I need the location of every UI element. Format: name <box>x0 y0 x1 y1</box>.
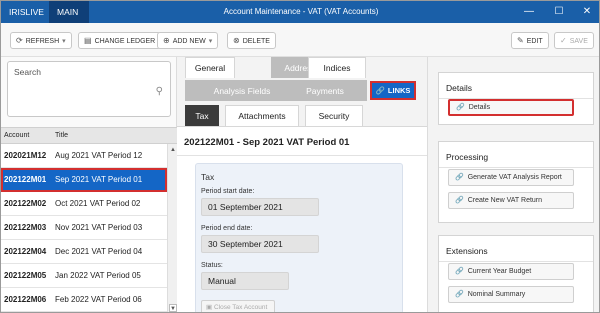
search-placeholder: Search <box>14 67 41 77</box>
close-icon[interactable]: ✕ <box>573 1 599 23</box>
close-tax-account-button[interactable]: ▣ Close Tax Account <box>201 300 275 312</box>
details-heading: Details <box>446 83 472 93</box>
search-input[interactable]: Search ⚲ <box>7 61 171 117</box>
period-end-field[interactable]: 30 September 2021 <box>201 235 319 253</box>
lock-icon: ▣ <box>206 304 214 311</box>
list-header: Account Title <box>1 127 177 144</box>
save-button[interactable]: ✓ SAVE <box>554 32 594 49</box>
list-item[interactable]: 202122M05 Jan 2022 VAT Period 05 <box>1 264 167 288</box>
divider <box>439 261 593 262</box>
tab-security[interactable]: Security <box>305 105 363 126</box>
refresh-icon: ⟳ <box>16 36 23 45</box>
change-ledger-button[interactable]: ▤ CHANGE LEDGER <box>78 32 162 49</box>
period-start-label: Period start date: <box>201 188 255 195</box>
link-icon: 🔗 <box>455 291 464 298</box>
maximize-icon[interactable]: ☐ <box>545 1 573 23</box>
period-end-label: Period end date: <box>201 225 253 232</box>
details-button[interactable]: 🔗 Details <box>448 99 574 116</box>
status-field[interactable]: Manual <box>201 272 289 290</box>
create-vat-return-button[interactable]: 🔗 Create New VAT Return <box>448 192 574 209</box>
irislive-tab[interactable]: IRISLIVE <box>1 1 49 23</box>
save-icon: ✓ <box>560 36 567 45</box>
list-item[interactable]: 202122M04 Dec 2021 VAT Period 04 <box>1 240 167 264</box>
list-scrollbar[interactable]: ▲ ▼ <box>167 144 177 312</box>
processing-heading: Processing <box>446 152 489 162</box>
ledger-icon: ▤ <box>84 36 92 45</box>
link-icon: 🔗 <box>455 197 464 204</box>
tab-payments[interactable]: Payments <box>283 80 367 101</box>
period-start-field[interactable]: 01 September 2021 <box>201 198 319 216</box>
delete-button[interactable]: ⊗ DELETE <box>227 32 276 49</box>
edit-button[interactable]: ✎ EDIT <box>511 32 549 49</box>
tab-general[interactable]: General <box>185 57 235 78</box>
tax-section-title: Tax <box>201 172 215 182</box>
generate-vat-report-button[interactable]: 🔗 Generate VAT Analysis Report <box>448 169 574 186</box>
delete-icon: ⊗ <box>233 36 240 45</box>
chevron-down-icon: ▾ <box>62 38 66 45</box>
tab-attachments[interactable]: Attachments <box>225 105 299 126</box>
list-item[interactable]: 202122M06 Feb 2022 VAT Period 06 <box>1 288 167 312</box>
column-title[interactable]: Title <box>55 128 68 143</box>
tab-indices[interactable]: Indices <box>308 57 366 78</box>
toolbar: ⟳ REFRESH ▾ ▤ CHANGE LEDGER ⊕ ADD NEW ▾ ⊗ DELE… <box>1 23 599 57</box>
refresh-button[interactable]: ⟳ REFRESH ▾ <box>10 32 72 49</box>
window-title: Account Maintenance - VAT (VAT Accounts) <box>223 7 379 16</box>
actions-panel: Details 🔗 Details Processing 🔗 Generate VA… <box>427 57 599 312</box>
current-year-budget-button[interactable]: 🔗 Current Year Budget <box>448 263 574 280</box>
list-item-selected[interactable]: 202122M01 Sep 2021 VAT Period 01 <box>1 168 167 192</box>
status-label: Status: <box>201 262 223 269</box>
add-new-button[interactable]: ⊕ ADD NEW ▾ <box>157 32 219 49</box>
account-list: 202021M12 Aug 2021 VAT Period 12 202122M0… <box>1 144 167 312</box>
app-window: IRISLIVE MAIN Account Maintenance - VAT … <box>0 0 600 313</box>
link-icon: 🔗 <box>456 104 465 111</box>
divider <box>177 155 427 156</box>
scroll-down-icon[interactable]: ▼ <box>169 304 177 312</box>
plus-icon: ⊕ <box>163 36 170 45</box>
chevron-down-icon: ▾ <box>208 38 213 45</box>
link-icon: 🔗 <box>455 174 464 181</box>
main-tab[interactable]: MAIN <box>49 1 89 23</box>
extensions-heading: Extensions <box>446 246 488 256</box>
edit-icon: ✎ <box>517 36 524 45</box>
search-icon: ⚲ <box>155 86 163 97</box>
account-list-panel: Search ⚲ Account Title 202021M12 Aug 2021… <box>1 57 177 312</box>
record-title: 202122M01 - Sep 2021 VAT Period 01 <box>184 137 350 148</box>
link-icon: 🔗 <box>375 86 385 95</box>
link-icon: 🔗 <box>455 268 464 275</box>
title-bar: IRISLIVE MAIN Account Maintenance - VAT … <box>1 1 599 23</box>
list-item[interactable]: 202021M12 Aug 2021 VAT Period 12 <box>1 144 167 168</box>
record-panel: General Address Indices Analysis Fields … <box>177 57 427 312</box>
list-item[interactable]: 202122M03 Nov 2021 VAT Period 03 <box>1 216 167 240</box>
tab-strip: General Address Indices Analysis Fields … <box>177 57 427 127</box>
column-account[interactable]: Account <box>4 128 29 143</box>
scroll-up-icon[interactable]: ▲ <box>169 146 177 154</box>
tab-tax[interactable]: Tax <box>185 105 219 126</box>
tab-analysis-fields[interactable]: Analysis Fields <box>185 80 299 101</box>
tax-card: Tax Period start date: 01 September 2021… <box>195 163 403 312</box>
nominal-summary-button[interactable]: 🔗 Nominal Summary <box>448 286 574 303</box>
list-item[interactable]: 202122M02 Oct 2021 VAT Period 02 <box>1 192 167 216</box>
links-button[interactable]: 🔗 LINKS <box>370 81 416 100</box>
minimize-icon[interactable]: — <box>515 1 543 23</box>
divider <box>439 167 593 168</box>
